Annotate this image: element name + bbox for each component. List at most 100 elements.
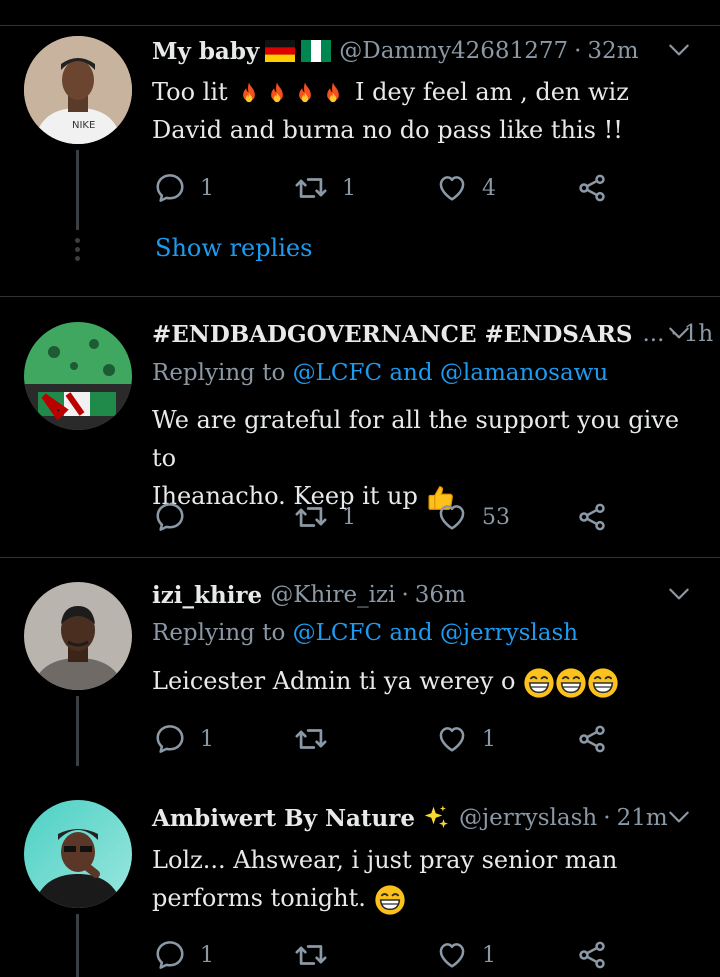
replying-mentions[interactable]: @LCFC and @jerryslash (293, 620, 579, 646)
germany-flag-icon (265, 40, 296, 62)
fire-icon (319, 80, 347, 108)
action-bar: 1 53 (152, 497, 632, 537)
reply-button[interactable]: 1 (154, 168, 214, 208)
share-button[interactable] (576, 719, 608, 759)
name-ellipsis: ... (642, 321, 665, 347)
replying-to: Replying to @LCFC and @lamanosawu (152, 360, 608, 386)
separator: · (574, 38, 582, 64)
handle[interactable]: @Khire_izi (270, 582, 395, 608)
grinning-face-icon (555, 667, 587, 699)
replying-label: Replying to (152, 360, 293, 386)
chevron-down-icon[interactable] (666, 37, 692, 63)
like-count: 53 (482, 504, 510, 530)
retweet-icon (294, 171, 328, 205)
tweet-text-line: Leicester Admin ti ya werey o (152, 667, 516, 695)
retweet-button[interactable] (294, 719, 342, 759)
like-button[interactable]: 53 (436, 497, 510, 537)
reply-button[interactable] (154, 497, 200, 537)
avatar[interactable] (24, 322, 132, 430)
chevron-down-icon[interactable] (666, 804, 692, 830)
heart-icon (436, 939, 468, 971)
tweet-header: #ENDBADGOVERNANCE #ENDSARS ... · 1h (152, 317, 713, 351)
display-name[interactable]: Ambiwert By Nature (152, 805, 415, 832)
reply-icon (154, 939, 186, 971)
display-name[interactable]: izi_khire (152, 582, 262, 609)
share-button[interactable] (576, 935, 608, 975)
grinning-face-icon (587, 667, 619, 699)
chevron-down-icon[interactable] (666, 581, 692, 607)
separator: · (401, 582, 409, 608)
tweet-divider (0, 557, 720, 558)
retweet-button[interactable]: 1 (294, 497, 356, 537)
fire-icon (263, 80, 291, 108)
thread-line (76, 150, 79, 230)
timestamp[interactable]: 32m (587, 38, 638, 64)
fire-icon (291, 80, 319, 108)
replying-to: Replying to @LCFC and @jerryslash (152, 620, 578, 646)
avatar[interactable]: NIKE (24, 36, 132, 144)
tweet-text-line: Lolz... Ahswear, i just pray senior man (152, 846, 618, 874)
thread-line (76, 914, 79, 977)
separator: · (603, 805, 611, 831)
like-count: 4 (482, 175, 496, 201)
replying-label: Replying to (152, 620, 293, 646)
retweet-count: 1 (342, 175, 356, 201)
share-button[interactable] (576, 497, 608, 537)
tweet-text-line: We are grateful for all the support you … (152, 406, 680, 472)
retweet-icon (294, 500, 328, 534)
like-count: 1 (482, 726, 496, 752)
tweet-text: Lolz... Ahswear, i just pray senior man … (152, 841, 692, 917)
reply-icon (154, 172, 186, 204)
display-name[interactable]: #ENDBADGOVERNANCE #ENDSARS (152, 321, 632, 348)
like-count: 1 (482, 942, 496, 968)
tweet-text: Too lit I dey feel am , den wiz David an… (152, 73, 692, 149)
timestamp[interactable]: 36m (415, 582, 466, 608)
retweet-button[interactable] (294, 935, 342, 975)
avatar[interactable] (24, 800, 132, 908)
handle[interactable]: @jerryslash (459, 805, 597, 831)
tweet-text-line: Too lit (152, 78, 228, 106)
heart-icon (436, 172, 468, 204)
chevron-down-icon[interactable] (666, 320, 692, 346)
reply-button[interactable]: 1 (154, 719, 214, 759)
retweet-count: 1 (342, 504, 356, 530)
svg-text:NIKE: NIKE (72, 120, 95, 131)
like-button[interactable]: 1 (436, 719, 496, 759)
heart-icon (436, 501, 468, 533)
timestamp[interactable]: 21m (617, 805, 668, 831)
action-bar: 1 1 4 (152, 168, 632, 208)
reply-icon (154, 723, 186, 755)
action-bar: 1 1 (152, 719, 632, 759)
heart-icon (436, 723, 468, 755)
thread-dots (75, 238, 80, 265)
grinning-face-icon (523, 667, 555, 699)
reply-count: 1 (200, 175, 214, 201)
reply-count: 1 (200, 726, 214, 752)
sparkles-icon (421, 803, 451, 833)
action-bar: 1 1 (152, 935, 632, 975)
fire-icon (235, 80, 263, 108)
grinning-face-icon (374, 884, 406, 916)
retweet-icon (294, 722, 328, 756)
nigeria-flag-icon (301, 40, 332, 62)
avatar[interactable] (24, 582, 132, 690)
top-divider (0, 25, 720, 26)
retweet-button[interactable]: 1 (294, 168, 356, 208)
replying-mentions[interactable]: @LCFC and @lamanosawu (293, 360, 609, 386)
handle[interactable]: @Dammy42681277 (339, 38, 568, 64)
show-replies-link[interactable]: Show replies (155, 234, 312, 262)
display-name[interactable]: My baby (152, 38, 259, 65)
tweet-header: Ambiwert By Nature @jerryslash · 21m (152, 801, 668, 835)
retweet-icon (294, 938, 328, 972)
reply-count: 1 (200, 942, 214, 968)
like-button[interactable]: 1 (436, 935, 496, 975)
like-button[interactable]: 4 (436, 168, 496, 208)
tweet-text-line: I dey feel am , den wiz (354, 78, 629, 106)
tweet-text-line: performs tonight. (152, 884, 366, 912)
tweet-text: Leicester Admin ti ya werey o (152, 662, 692, 700)
share-button[interactable] (576, 168, 608, 208)
share-icon (576, 723, 608, 755)
share-icon (576, 172, 608, 204)
tweet-header: My baby @Dammy42681277 · 32m (152, 34, 639, 68)
reply-button[interactable]: 1 (154, 935, 214, 975)
